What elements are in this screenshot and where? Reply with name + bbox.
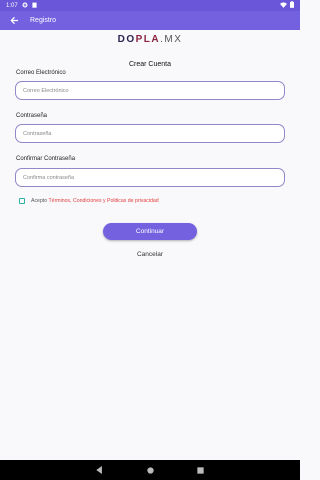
continue-button[interactable]: Continuar	[103, 223, 197, 240]
wifi-icon	[280, 1, 287, 10]
arrow-left-icon[interactable]	[8, 15, 20, 27]
password-placeholder: Contraseña	[23, 130, 52, 137]
app-toolbar: Registro	[0, 11, 300, 30]
logo-part-1: DO	[117, 34, 136, 45]
battery-icon	[290, 1, 294, 10]
email-field[interactable]: Correo Electrónico	[15, 81, 285, 100]
password-field[interactable]: Contraseña	[15, 124, 285, 143]
toolbar-title: Registro	[30, 17, 57, 24]
page-title: Crear Cuenta	[128, 61, 172, 68]
password-label: Contraseña	[16, 113, 48, 119]
confirm-password-placeholder: Confirma contraseña	[23, 174, 75, 181]
system-nav-bar	[0, 460, 300, 480]
app-logo: DOPLA.MX	[0, 34, 300, 45]
email-placeholder: Correo Electrónico	[23, 87, 69, 94]
logo-part-3: .MX	[160, 34, 183, 45]
terms-prefix: Acepto	[31, 198, 48, 204]
logo-part-2: PLA	[135, 34, 161, 45]
gear-icon	[22, 1, 28, 10]
email-label: Correo Electrónico	[16, 70, 66, 76]
terms-checkbox[interactable]	[19, 198, 25, 204]
status-bar: 1:07	[0, 0, 300, 11]
status-time: 1:07	[6, 2, 18, 9]
confirm-password-label: Confirmar Contraseña	[16, 156, 76, 162]
recents-square-icon[interactable]	[194, 464, 206, 476]
cancel-button[interactable]: Cancelar	[120, 248, 180, 260]
back-triangle-icon[interactable]	[93, 464, 105, 476]
terms-link[interactable]: Términos, Condiciones y Politicas de pri…	[49, 198, 159, 204]
home-circle-icon[interactable]	[144, 464, 156, 476]
terms-row: Acepto Términos, Condiciones y Politicas…	[19, 198, 159, 204]
clipboard-icon	[32, 2, 37, 10]
confirm-password-field[interactable]: Confirma contraseña	[15, 168, 285, 187]
